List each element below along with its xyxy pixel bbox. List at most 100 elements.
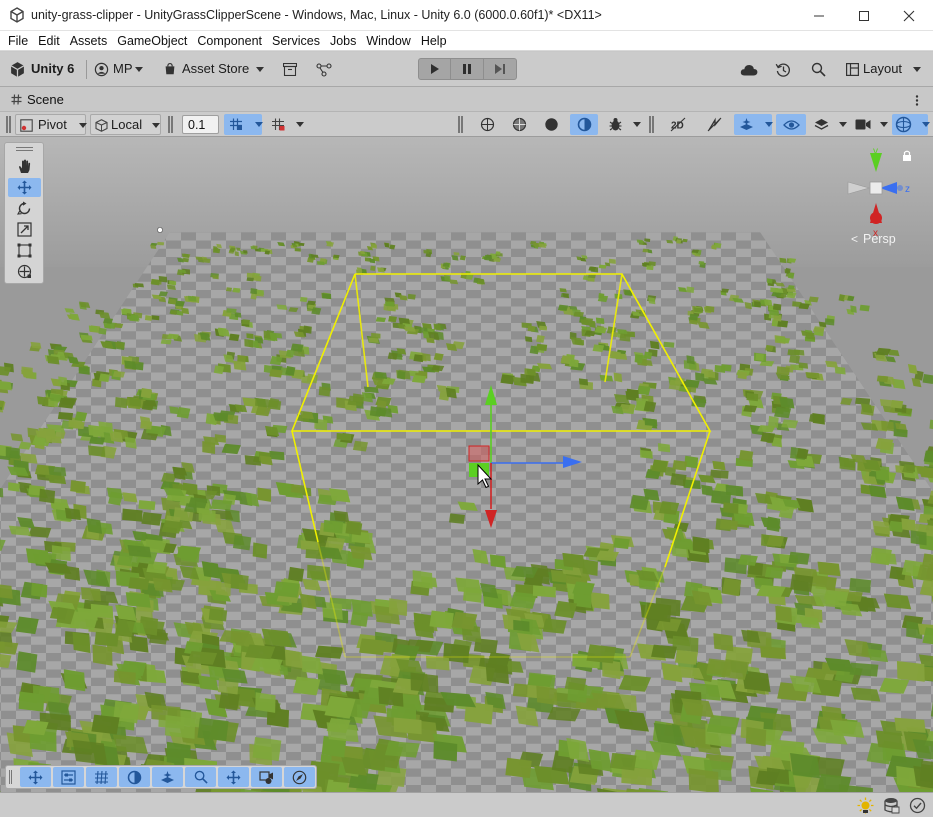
undo-history-button[interactable]	[773, 59, 795, 80]
chevron-down-icon	[839, 122, 847, 127]
play-button[interactable]	[418, 58, 451, 80]
overlay-grid-button[interactable]	[86, 767, 117, 787]
menu-jobs[interactable]: Jobs	[326, 34, 360, 48]
projection-label: Persp	[863, 232, 896, 246]
tab-scene[interactable]: Scene	[6, 90, 76, 109]
grass-blade	[45, 435, 62, 444]
grass-blade	[225, 287, 233, 292]
draw-mode-shaded-wire-button[interactable]	[506, 114, 532, 135]
lock-icon[interactable]	[903, 150, 911, 161]
package-manager-button[interactable]	[280, 59, 300, 80]
overlay-move-button[interactable]	[20, 767, 51, 787]
overlay-navigation-button[interactable]	[284, 767, 315, 787]
effects-toggle-dropdown[interactable]	[734, 114, 773, 135]
grass-blade	[214, 434, 226, 443]
menu-gameobject[interactable]: GameObject	[113, 34, 191, 48]
grass-blade	[778, 505, 795, 519]
sliders-icon	[61, 769, 76, 785]
archive-icon	[283, 63, 297, 76]
grass-blade	[644, 238, 651, 242]
overlay-layers-button[interactable]	[152, 767, 183, 787]
menu-window[interactable]: Window	[362, 34, 414, 48]
overlay-shading-button[interactable]	[119, 767, 150, 787]
rotate-tool-button[interactable]	[8, 199, 41, 218]
grass-blade	[385, 301, 395, 307]
snap-increment-field[interactable]: 0.1	[182, 115, 219, 134]
overlay-cameras-button[interactable]	[251, 767, 282, 787]
menu-edit[interactable]: Edit	[34, 34, 64, 48]
grass-blade	[359, 638, 386, 656]
account-dropdown[interactable]: MP	[93, 59, 151, 80]
menu-file[interactable]: File	[4, 34, 32, 48]
version-control-button[interactable]	[314, 59, 334, 80]
grass-blade	[668, 379, 682, 391]
unity-cube-icon	[10, 62, 25, 77]
scene-visibility-toggle[interactable]	[776, 114, 806, 135]
grass-blade	[766, 278, 773, 284]
overlay-settings-button[interactable]	[53, 767, 84, 787]
scene-render[interactable]	[0, 137, 933, 792]
layers-dropdown[interactable]	[810, 114, 847, 135]
draw-mode-shaded-button[interactable]	[538, 114, 564, 135]
status-ok-button[interactable]	[909, 797, 927, 814]
grass-blade	[201, 561, 221, 579]
maximize-button[interactable]	[841, 0, 887, 31]
toolbar-grip	[6, 116, 11, 133]
grass-blade	[115, 341, 125, 349]
overlay-search-button[interactable]	[185, 767, 216, 787]
menu-assets[interactable]: Assets	[66, 34, 112, 48]
search-button[interactable]	[808, 59, 830, 80]
grass-blade	[278, 242, 284, 247]
debug-draw-mode-dropdown[interactable]	[604, 114, 641, 135]
grass-blade	[674, 649, 699, 665]
space-dropdown[interactable]: Local	[90, 114, 161, 135]
draw-mode-wireframe-button[interactable]	[474, 114, 500, 135]
asset-store-dropdown[interactable]: Asset Store	[162, 59, 266, 80]
projection-toggle[interactable]: < Persp	[851, 232, 921, 248]
xy-plane-handle[interactable]	[468, 445, 490, 462]
overlay-transform-button[interactable]	[218, 767, 249, 787]
toggle-2d-button[interactable]: 2D	[664, 114, 692, 135]
minimize-button[interactable]	[796, 0, 842, 31]
move-tool-button[interactable]	[8, 178, 41, 197]
rect-tool-button[interactable]	[8, 241, 41, 260]
grass-blade	[542, 618, 567, 634]
grass-blade	[221, 443, 241, 455]
grass-blade	[0, 487, 4, 498]
draw-mode-unlit-button[interactable]	[570, 114, 598, 135]
grass-blade	[140, 420, 153, 430]
scale-tool-button[interactable]	[8, 220, 41, 239]
view-tool-button[interactable]	[8, 157, 41, 176]
layout-dropdown[interactable]: Layout	[843, 59, 923, 80]
cache-server-button[interactable]	[883, 797, 901, 814]
grass-blade	[907, 363, 918, 375]
effects-icon	[740, 118, 753, 130]
auto-generate-lighting-button[interactable]	[857, 797, 875, 814]
tab-options-button[interactable]	[912, 91, 922, 108]
menu-services[interactable]: Services	[268, 34, 324, 48]
grass-blade	[586, 644, 617, 664]
orientation-gizmo[interactable]: y z x < Persp	[842, 146, 928, 257]
unity-button[interactable]: Unity 6	[7, 59, 83, 80]
cloud-button[interactable]	[738, 59, 760, 80]
close-button[interactable]	[886, 0, 932, 31]
grass-blade	[910, 530, 927, 546]
menu-help[interactable]: Help	[417, 34, 451, 48]
grass-blade	[582, 275, 590, 281]
grass-blade	[407, 293, 416, 300]
menu-component[interactable]: Component	[193, 34, 266, 48]
pause-button[interactable]	[451, 58, 484, 80]
axis-gizmo-icon[interactable]: y z x	[842, 146, 928, 239]
grid-visibility-toggle[interactable]	[267, 114, 304, 135]
grass-blade	[794, 349, 805, 356]
transform-tool-button[interactable]	[8, 262, 41, 281]
step-button[interactable]	[484, 58, 517, 80]
gizmos-dropdown[interactable]	[892, 114, 930, 135]
scene-viewport[interactable]: y z x < Persp	[0, 137, 933, 792]
pivot-dropdown[interactable]: Pivot	[15, 114, 87, 135]
grid-snapping-toggle[interactable]	[224, 114, 263, 135]
lighting-toggle-button[interactable]	[700, 114, 728, 135]
grass-blade	[233, 360, 247, 371]
camera-settings-dropdown[interactable]	[851, 114, 888, 135]
grass-blade	[268, 398, 280, 408]
